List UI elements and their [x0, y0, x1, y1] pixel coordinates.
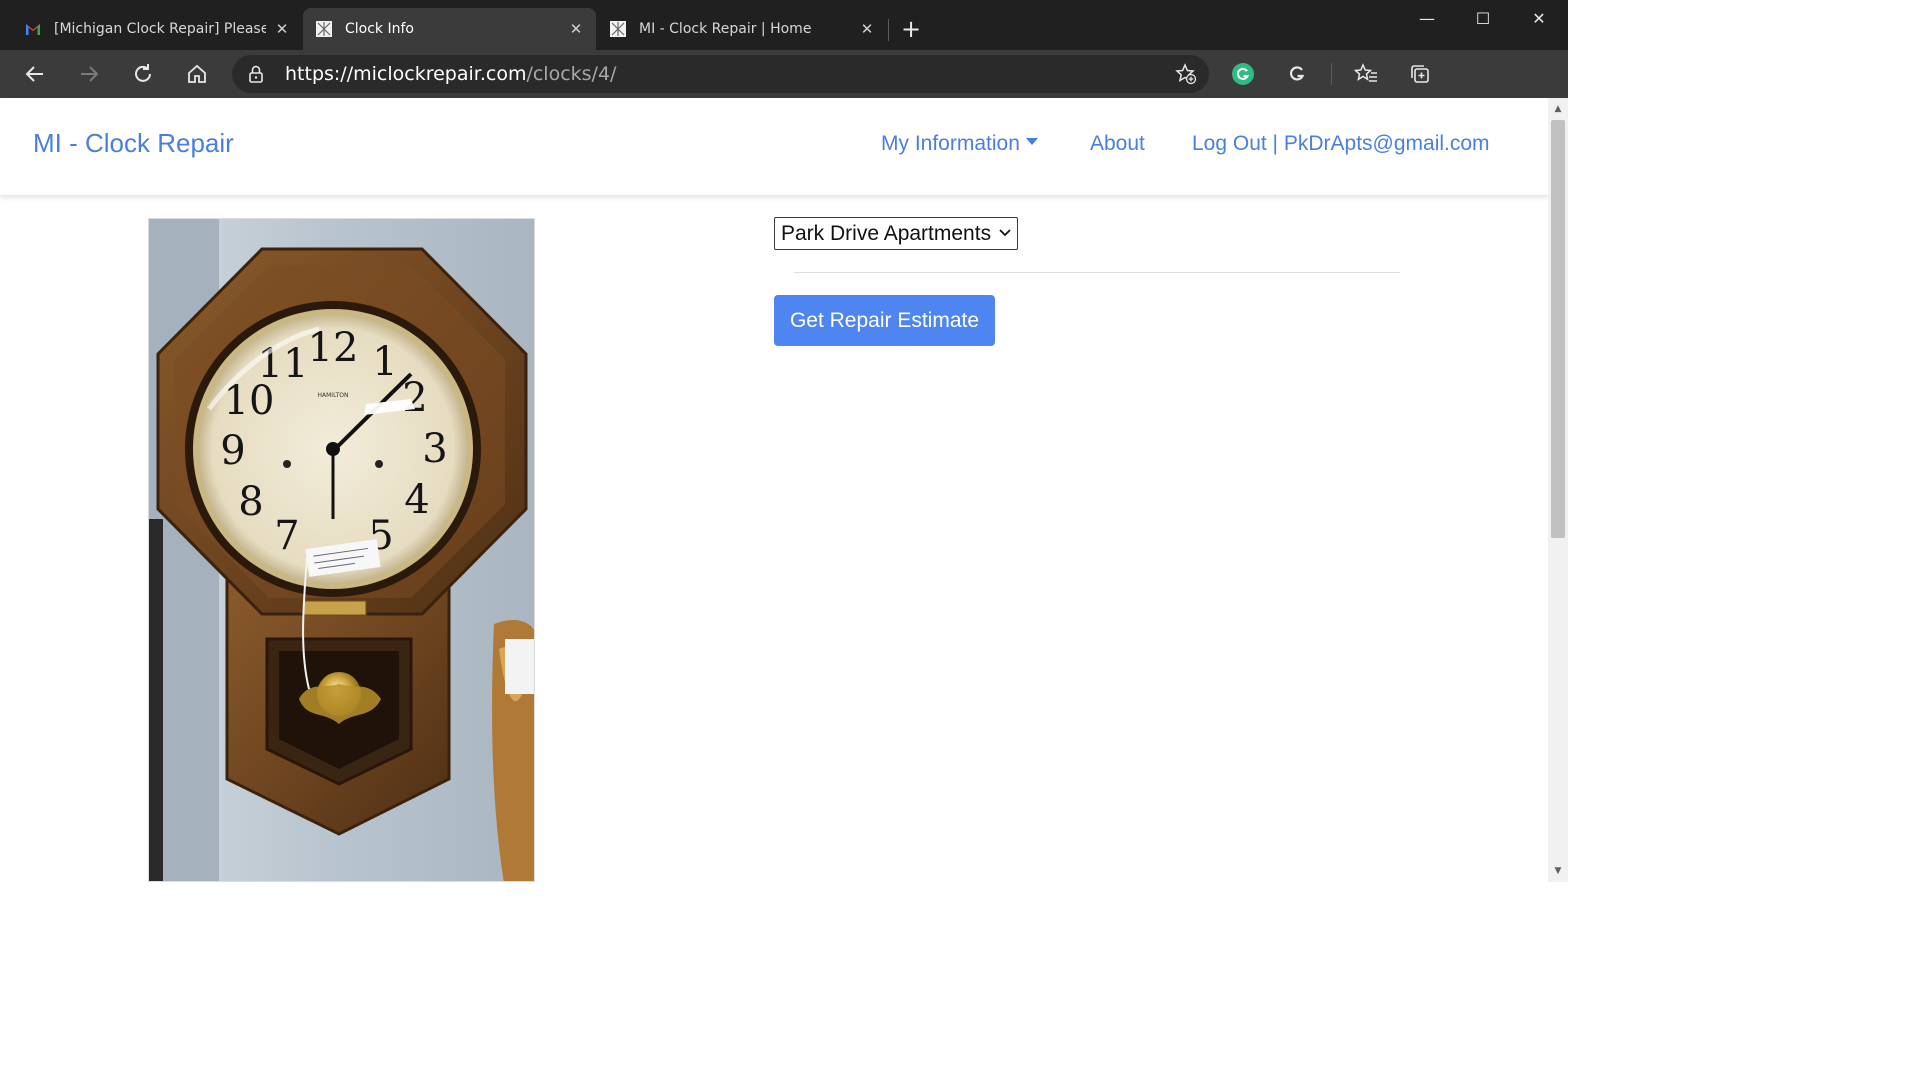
clock-brand-text: HAMILTON [318, 392, 349, 399]
divider [794, 272, 1400, 273]
minimize-button[interactable]: — [1399, 0, 1455, 38]
caret-down-icon [1025, 137, 1038, 145]
favorites-button[interactable] [1346, 50, 1386, 98]
numeral-8: 8 [238, 479, 263, 525]
about-link[interactable]: About [1090, 132, 1145, 156]
favorites-star-icon [1354, 63, 1377, 82]
my-information-label: My Information [881, 132, 1020, 155]
close-tab-icon[interactable]: ✕ [568, 20, 584, 38]
get-repair-estimate-button[interactable]: Get Repair Estimate [774, 295, 995, 346]
grammar-extension-button[interactable] [1277, 50, 1317, 98]
url-host: miclockrepair.com [353, 63, 527, 85]
url-path: /clocks/4/ [526, 63, 617, 85]
tab-title: [Michigan Clock Repair] Please C [54, 21, 266, 37]
home-button[interactable] [177, 50, 217, 98]
numeral-2: 2 [402, 375, 427, 421]
clock-illustration: 12 1 2 3 4 5 7 8 9 10 11 HAMILTON [149, 219, 534, 881]
home-icon [188, 64, 206, 83]
grammarly-extension-icon[interactable] [1232, 63, 1254, 85]
numeral-9: 9 [220, 428, 245, 474]
numeral-3: 3 [422, 426, 447, 472]
scroll-down-icon[interactable]: ▼ [1548, 862, 1568, 880]
tab-gmail[interactable]: [Michigan Clock Repair] Please C ✕ [12, 8, 302, 50]
numeral-1: 1 [372, 339, 397, 385]
tab-bar: [Michigan Clock Repair] Please C ✕ Clock… [0, 0, 1568, 50]
forward-button[interactable] [69, 50, 109, 98]
forward-arrow-icon [81, 66, 99, 82]
url-scheme: https:// [285, 63, 354, 85]
scrollbar-thumb[interactable] [1551, 120, 1565, 538]
back-arrow-icon [25, 66, 43, 82]
back-button[interactable] [15, 50, 55, 98]
close-window-button[interactable]: ✕ [1511, 0, 1567, 38]
toolbar-divider [1331, 63, 1332, 85]
chevron-down-icon [999, 229, 1011, 237]
close-tab-icon[interactable]: ✕ [274, 20, 290, 38]
tab-separator [888, 19, 889, 41]
address-bar[interactable]: https://miclockrepair.com/clocks/4/ [232, 55, 1209, 93]
gmail-icon [26, 24, 40, 35]
new-tab-button[interactable]: + [897, 13, 925, 45]
scroll-up-icon[interactable]: ▲ [1548, 100, 1568, 118]
site-favicon-icon [316, 21, 332, 37]
g-extension-icon [1290, 66, 1305, 81]
refresh-button[interactable] [123, 50, 163, 98]
site-brand-link[interactable]: MI - Clock Repair [33, 128, 234, 159]
location-select-value: Park Drive Apartments [781, 222, 992, 245]
tab-clock-info[interactable]: Clock Info ✕ [303, 8, 596, 50]
grammarly-g-icon [1236, 67, 1250, 80]
site-favicon-icon [610, 21, 626, 37]
numeral-11: 11 [258, 341, 309, 387]
page-content: MI - Clock Repair My Information About L… [0, 98, 1548, 882]
url-text[interactable]: https://miclockrepair.com/clocks/4/ [285, 55, 616, 93]
tab-title: MI - Clock Repair | Home [639, 21, 812, 37]
tab-title: Clock Info [345, 21, 414, 37]
tab-home[interactable]: MI - Clock Repair | Home ✕ [597, 8, 887, 50]
lock-icon[interactable] [246, 64, 266, 84]
maximize-button[interactable]: ☐ [1455, 0, 1511, 38]
refresh-icon [135, 64, 151, 82]
location-select[interactable]: Park Drive Apartments [774, 217, 1018, 250]
logout-link[interactable]: Log Out | PkDrApts@gmail.com [1192, 132, 1490, 156]
collections-button[interactable] [1400, 50, 1440, 98]
page-scrollbar[interactable]: ▲ ▼ [1548, 98, 1568, 882]
site-navbar: MI - Clock Repair My Information About L… [0, 98, 1548, 196]
add-favorite-icon[interactable] [1175, 63, 1197, 85]
numeral-4: 4 [404, 477, 429, 523]
my-information-dropdown[interactable]: My Information [881, 132, 1038, 156]
close-tab-icon[interactable]: ✕ [859, 20, 875, 38]
browser-toolbar: https://miclockrepair.com/clocks/4/ ··· [0, 50, 1568, 142]
clock-photo: 12 1 2 3 4 5 7 8 9 10 11 HAMILTON [148, 218, 535, 882]
collections-icon [1411, 65, 1429, 83]
numeral-7: 7 [274, 513, 299, 559]
